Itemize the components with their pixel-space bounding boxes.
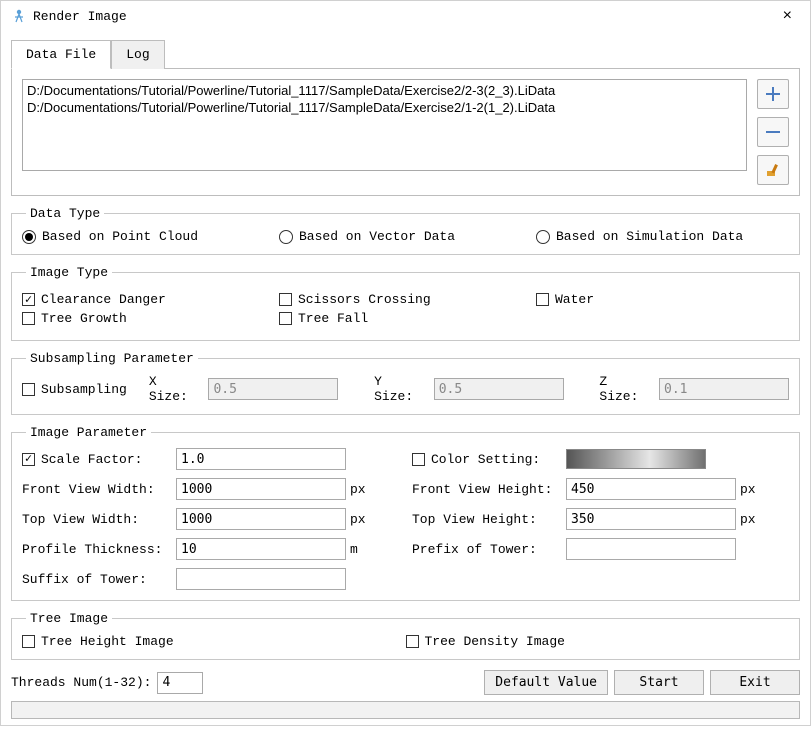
label-suffix-tower: Suffix of Tower: [22,572,172,587]
group-tree-image: Tree Image Tree Height Image Tree Densit… [11,611,800,660]
file-row[interactable]: D:/Documentations/Tutorial/Powerline/Tut… [27,99,742,116]
input-z-size[interactable] [659,378,789,400]
input-suffix-tower[interactable] [176,568,346,590]
label-profile-thickness: Profile Thickness: [22,542,172,557]
label-x-size: X Size: [149,374,203,404]
input-front-view-height[interactable] [566,478,736,500]
group-data-type: Data Type Based on Point Cloud Based on … [11,206,800,255]
input-front-view-width[interactable] [176,478,346,500]
label-z-size: Z Size: [599,374,653,404]
radio-label: Based on Simulation Data [556,229,743,244]
unit-px: px [740,482,764,497]
tab-data-file[interactable]: Data File [11,40,111,69]
label-front-view-height: Front View Height: [412,482,562,497]
check-label: Water [555,292,594,307]
tab-panel-data-file: D:/Documentations/Tutorial/Powerline/Tut… [11,69,800,196]
minus-icon [764,123,782,141]
brush-icon [764,161,782,179]
unit-m: m [350,542,374,557]
content: Data File Log D:/Documentations/Tutorial… [1,31,810,725]
file-side-buttons [757,79,789,185]
clear-files-button[interactable] [757,155,789,185]
add-file-button[interactable] [757,79,789,109]
check-color-setting[interactable]: Color Setting: [412,452,562,467]
check-tree-fall[interactable]: Tree Fall [279,311,492,326]
radio-simulation-data[interactable]: Based on Simulation Data [536,229,749,244]
input-threads-num[interactable] [157,672,203,694]
input-top-view-width[interactable] [176,508,346,530]
label-prefix-tower: Prefix of Tower: [412,542,562,557]
input-profile-thickness[interactable] [176,538,346,560]
radio-vector-data[interactable]: Based on Vector Data [279,229,492,244]
default-value-button[interactable]: Default Value [484,670,608,695]
legend-image-parameter: Image Parameter [26,425,151,440]
group-image-type: Image Type Clearance Danger Scissors Cro… [11,265,800,341]
legend-data-type: Data Type [26,206,104,221]
color-gradient-swatch[interactable] [566,449,706,469]
progress-bar [11,701,800,719]
check-water[interactable]: Water [536,292,749,307]
legend-tree-image: Tree Image [26,611,112,626]
input-prefix-tower[interactable] [566,538,736,560]
check-label: Tree Density Image [425,634,565,649]
unit-px: px [740,512,764,527]
file-row[interactable]: D:/Documentations/Tutorial/Powerline/Tut… [27,82,742,99]
check-label: Scale Factor: [41,452,142,467]
group-subsampling: Subsampling Parameter Subsampling X Size… [11,351,800,415]
check-label: Clearance Danger [41,292,166,307]
radio-point-cloud[interactable]: Based on Point Cloud [22,229,235,244]
check-tree-growth[interactable]: Tree Growth [22,311,235,326]
titlebar: Render Image × [1,1,810,31]
legend-image-type: Image Type [26,265,112,280]
label-top-view-width: Top View Width: [22,512,172,527]
label-front-view-width: Front View Width: [22,482,172,497]
unit-px: px [350,482,374,497]
label-top-view-height: Top View Height: [412,512,562,527]
radio-label: Based on Vector Data [299,229,455,244]
check-scale-factor[interactable]: Scale Factor: [22,452,172,467]
tab-log[interactable]: Log [111,40,164,69]
window: Render Image × Data File Log D:/Document… [0,0,811,726]
remove-file-button[interactable] [757,117,789,147]
check-tree-density-image[interactable]: Tree Density Image [406,634,750,649]
input-top-view-height[interactable] [566,508,736,530]
check-tree-height-image[interactable]: Tree Height Image [22,634,366,649]
check-label: Color Setting: [431,452,540,467]
check-label: Tree Fall [298,311,368,326]
group-image-parameter: Image Parameter Scale Factor: Color Sett… [11,425,800,601]
label-y-size: Y Size: [374,374,428,404]
button-bar: Threads Num(1-32): Default Value Start E… [11,670,800,695]
file-list[interactable]: D:/Documentations/Tutorial/Powerline/Tut… [22,79,747,171]
exit-button[interactable]: Exit [710,670,800,695]
start-button[interactable]: Start [614,670,704,695]
input-x-size[interactable] [208,378,338,400]
close-button[interactable]: × [775,7,800,25]
legend-subsampling: Subsampling Parameter [26,351,198,366]
window-title: Render Image [33,9,127,24]
unit-px: px [350,512,374,527]
check-label: Scissors Crossing [298,292,431,307]
titlebar-left: Render Image [11,8,127,24]
check-subsampling[interactable]: Subsampling [22,382,127,397]
app-icon [11,8,27,24]
check-clearance-danger[interactable]: Clearance Danger [22,292,235,307]
check-label: Tree Height Image [41,634,174,649]
check-scissors-crossing[interactable]: Scissors Crossing [279,292,492,307]
check-label: Tree Growth [41,311,127,326]
radio-label: Based on Point Cloud [42,229,198,244]
tabs: Data File Log [11,39,800,69]
label-threads-num: Threads Num(1-32): [11,675,151,690]
input-y-size[interactable] [434,378,564,400]
check-label: Subsampling [41,382,127,397]
input-scale-factor[interactable] [176,448,346,470]
plus-icon [764,85,782,103]
